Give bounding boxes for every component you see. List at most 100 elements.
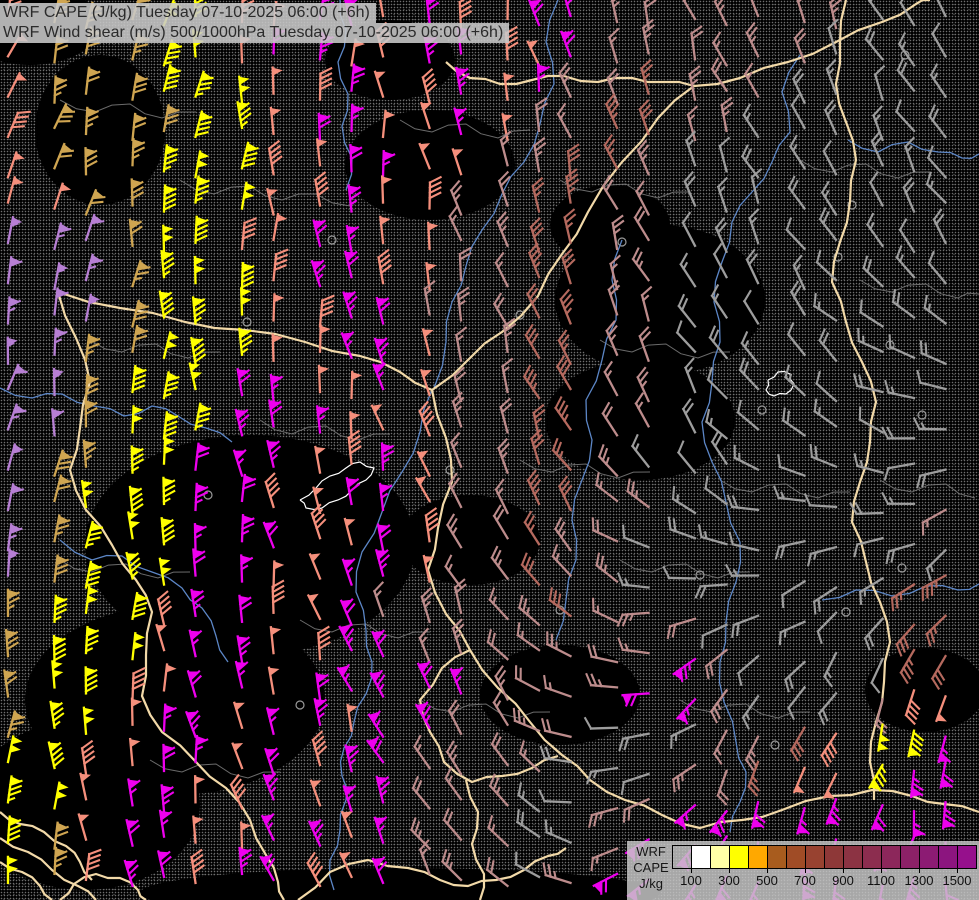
wind-barb bbox=[133, 261, 151, 289]
wind-barb bbox=[274, 249, 288, 281]
terrain-detail-path bbox=[620, 560, 750, 578]
wind-barb bbox=[273, 334, 284, 360]
wind-barb bbox=[902, 178, 924, 211]
wind-barb bbox=[164, 332, 180, 360]
wind-barb bbox=[719, 138, 737, 171]
wind-barb bbox=[242, 263, 253, 289]
wind-barb bbox=[86, 375, 98, 401]
cape-shading-patch bbox=[400, 495, 540, 585]
wind-barb bbox=[932, 210, 955, 243]
cape-shading-patch bbox=[140, 868, 660, 900]
wind-barb bbox=[810, 400, 842, 427]
wind-barb bbox=[133, 326, 148, 353]
wind-barb bbox=[238, 101, 253, 128]
wind-barb bbox=[55, 556, 68, 583]
wind-barb bbox=[309, 818, 329, 846]
cape-legend: WRF CAPE J/kg 10030050070090011001300150… bbox=[627, 841, 979, 900]
wind-barb bbox=[776, 622, 809, 644]
wind-barb bbox=[683, 172, 705, 205]
wind-barb bbox=[532, 178, 550, 211]
title-wind-shear: WRF Wind shear (m/s) 500/1000hPa Tuesday… bbox=[0, 23, 509, 43]
wind-barb bbox=[374, 361, 393, 389]
wind-barb bbox=[814, 613, 844, 643]
wind-barb bbox=[923, 616, 953, 645]
wind-barb bbox=[164, 65, 180, 93]
wind-barb bbox=[588, 518, 621, 541]
wind-barb bbox=[781, 366, 811, 395]
wind-barb bbox=[515, 596, 546, 625]
wind-barb bbox=[872, 805, 892, 833]
wind-barb bbox=[810, 294, 842, 320]
wind-barb bbox=[851, 502, 883, 514]
wind-barb bbox=[320, 295, 333, 327]
wind-barb bbox=[504, 73, 517, 100]
wind-barb bbox=[8, 484, 23, 512]
wind-barb bbox=[748, 210, 768, 243]
wind-barb bbox=[195, 257, 206, 283]
wind-barb bbox=[525, 284, 548, 317]
wind-barb bbox=[923, 173, 953, 203]
wind-barb bbox=[721, 98, 737, 131]
wind-barb bbox=[911, 771, 924, 798]
wind-barb bbox=[529, 0, 548, 25]
wind-barb bbox=[786, 177, 813, 209]
wind-barb bbox=[816, 330, 844, 361]
wind-barb bbox=[918, 510, 951, 535]
wind-barb bbox=[813, 251, 843, 280]
wind-barb bbox=[893, 101, 922, 131]
city-marker bbox=[446, 466, 454, 474]
wind-barb bbox=[741, 105, 767, 137]
wind-barb bbox=[164, 186, 176, 212]
wind-barb bbox=[423, 327, 439, 355]
wind-barb bbox=[665, 619, 698, 638]
wind-barb bbox=[160, 290, 174, 317]
wind-barb bbox=[914, 418, 946, 429]
wind-barb bbox=[164, 412, 177, 439]
wind-barb bbox=[695, 585, 727, 598]
wind-barb bbox=[813, 372, 843, 401]
wind-barb bbox=[864, 0, 891, 19]
wind-barb bbox=[589, 599, 622, 622]
wind-barb bbox=[781, 662, 811, 691]
wind-barb bbox=[894, 59, 922, 90]
wind-barb bbox=[487, 775, 516, 806]
wind-barb bbox=[791, 70, 814, 103]
wind-barb bbox=[618, 734, 651, 750]
wind-barb bbox=[54, 369, 64, 395]
wind-barb bbox=[739, 146, 766, 177]
wind-barb bbox=[883, 381, 916, 398]
wind-barb bbox=[542, 820, 575, 842]
legend-swatch bbox=[692, 846, 711, 868]
wind-barb bbox=[745, 23, 768, 56]
wind-barb bbox=[441, 809, 469, 840]
legend-swatch bbox=[787, 846, 806, 868]
wind-barb bbox=[373, 628, 393, 656]
wind-barb bbox=[268, 141, 284, 174]
wind-barb bbox=[932, 0, 955, 16]
wind-barb bbox=[925, 147, 954, 178]
wind-barb bbox=[164, 145, 177, 172]
wind-barb bbox=[726, 565, 758, 576]
wind-barb bbox=[346, 743, 362, 771]
wind-barb bbox=[4, 669, 18, 696]
legend-swatch bbox=[844, 846, 863, 868]
wind-barb bbox=[640, 60, 659, 93]
legend-swatch bbox=[768, 846, 787, 868]
wind-barb bbox=[587, 808, 620, 826]
wind-barb bbox=[424, 282, 440, 315]
wind-barb bbox=[8, 73, 29, 101]
wind-barb bbox=[917, 341, 950, 363]
wind-barb bbox=[428, 222, 439, 248]
wind-barb bbox=[619, 774, 652, 794]
legend-swatch bbox=[806, 846, 825, 868]
wind-barb bbox=[827, 20, 846, 53]
wind-barb bbox=[689, 67, 706, 100]
wind-barb bbox=[132, 179, 143, 205]
wind-barb bbox=[747, 762, 768, 795]
wind-barb bbox=[709, 59, 735, 91]
wind-barb bbox=[816, 693, 844, 724]
wind-barb bbox=[889, 290, 921, 317]
wind-barb bbox=[669, 765, 701, 791]
wind-barb bbox=[317, 405, 330, 432]
legend-swatch bbox=[825, 846, 844, 868]
